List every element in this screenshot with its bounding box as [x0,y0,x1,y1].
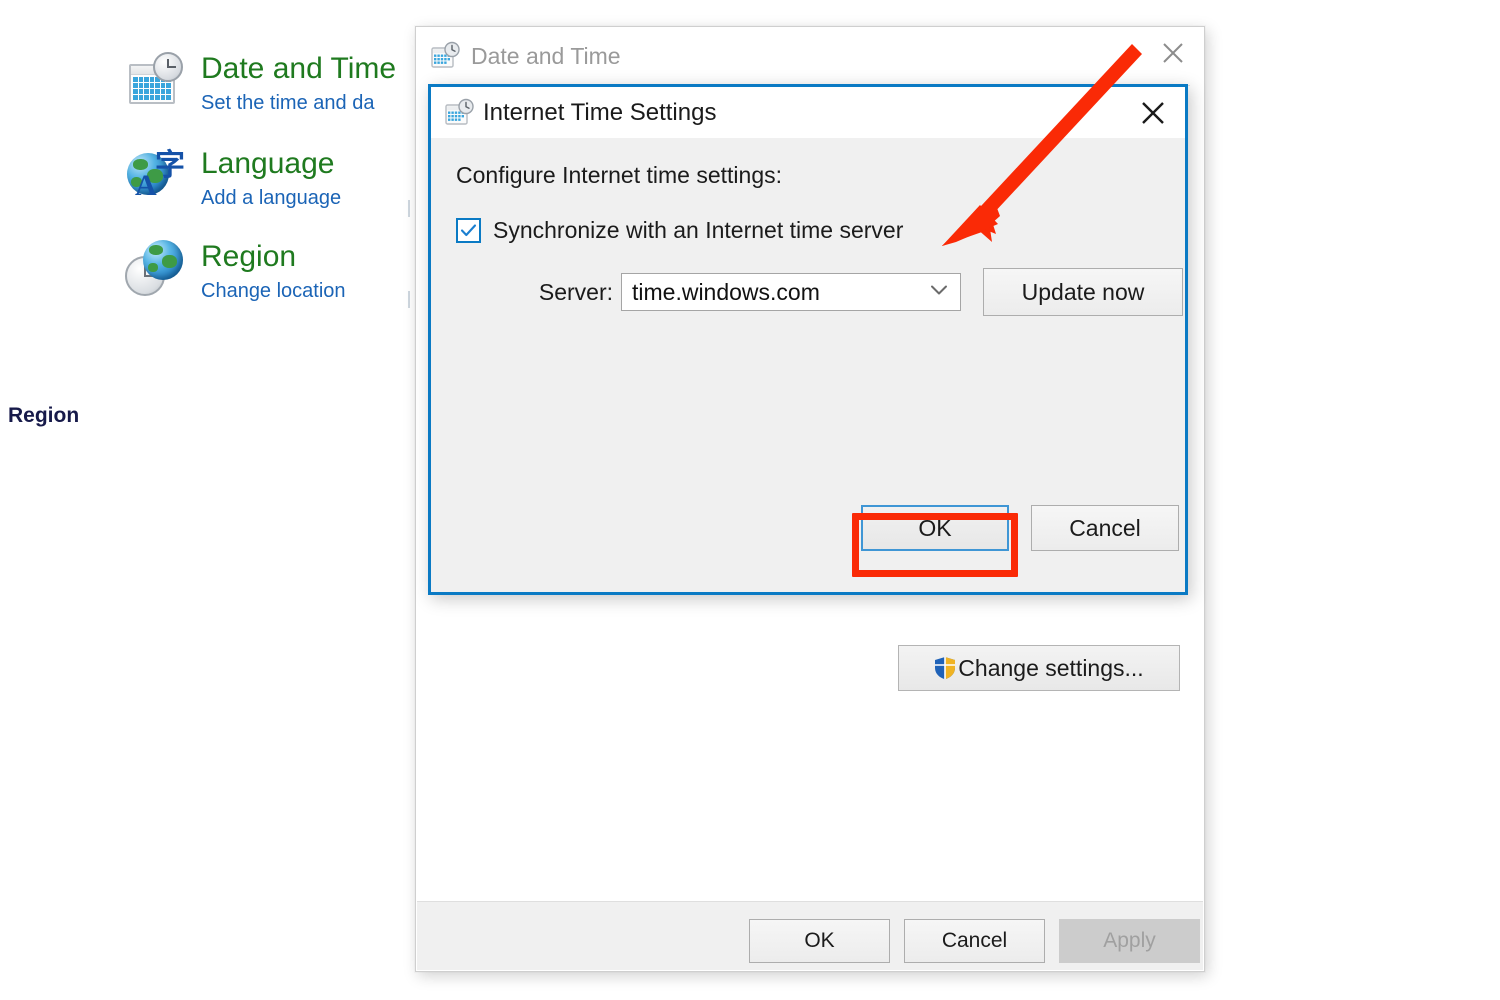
cp-item-subtitle[interactable]: Change location [201,276,346,306]
cancel-button-label: Cancel [941,929,1008,952]
date-and-time-titlebar: Date and Time [416,27,1204,85]
cp-item-region[interactable]: Region Change location [125,238,346,306]
region-section-heading: Region [8,404,80,427]
cp-item-title: Date and Time [201,52,397,85]
internet-time-content: Configure Internet time settings: Synchr… [431,138,1185,592]
chevron-down-icon [930,283,948,301]
globe-clock-icon [125,238,187,300]
date-and-time-footer: OK Cancel Apply [417,901,1203,970]
change-settings-button[interactable]: Change settings... [898,645,1180,691]
uac-shield-icon [934,656,956,680]
internet-time-title: Internet Time Settings [483,99,717,126]
cp-item-title: Region [201,240,297,273]
calendar-clock-icon [445,98,475,128]
cp-item-subtitle[interactable]: Add a language [201,183,341,213]
update-now-button[interactable]: Update now [983,268,1183,316]
ok-button-label: OK [804,929,835,952]
cancel-button[interactable]: Cancel [904,919,1045,963]
globe-language-icon: 字 A [125,145,187,207]
change-settings-label: Change settings... [958,654,1144,681]
calendar-clock-icon [431,41,461,71]
update-now-label: Update now [1021,278,1145,305]
cp-item-language[interactable]: 字 A Language Add a language [125,145,341,213]
calendar-clock-icon [125,50,187,112]
server-row: Server: time.windows.com Update now [456,268,1183,316]
internet-time-titlebar: Internet Time Settings [431,87,1185,138]
close-icon[interactable] [1142,27,1204,79]
close-icon[interactable] [1121,87,1185,138]
internet-time-ok-label: OK [918,514,952,541]
apply-button-label: Apply [1103,929,1156,952]
date-and-time-title: Date and Time [471,43,621,69]
sync-checkbox-row[interactable]: Synchronize with an Internet time server [456,217,903,244]
cp-item-title: Language [201,147,335,180]
server-dropdown[interactable]: time.windows.com [621,273,961,311]
apply-button: Apply [1059,919,1200,963]
internet-time-cancel-label: Cancel [1069,514,1141,541]
screen-root: Date and Time Set the time and da 字 A La… [0,0,1500,1000]
sync-checkbox[interactable] [456,218,481,243]
link-separator [408,200,410,217]
internet-time-settings-dialog: Internet Time Settings Configure Interne… [428,84,1188,595]
ok-button[interactable]: OK [749,919,890,963]
configure-label: Configure Internet time settings: [456,162,782,188]
internet-time-cancel-button[interactable]: Cancel [1031,505,1179,551]
server-label: Server: [538,278,613,305]
internet-time-ok-button[interactable]: OK [861,505,1009,551]
cp-item-subtitle[interactable]: Set the time and da [201,88,396,118]
link-separator [408,291,410,308]
sync-checkbox-label: Synchronize with an Internet time server [493,217,904,243]
server-value: time.windows.com [632,278,820,305]
cp-item-date-and-time[interactable]: Date and Time Set the time and da [125,50,396,118]
